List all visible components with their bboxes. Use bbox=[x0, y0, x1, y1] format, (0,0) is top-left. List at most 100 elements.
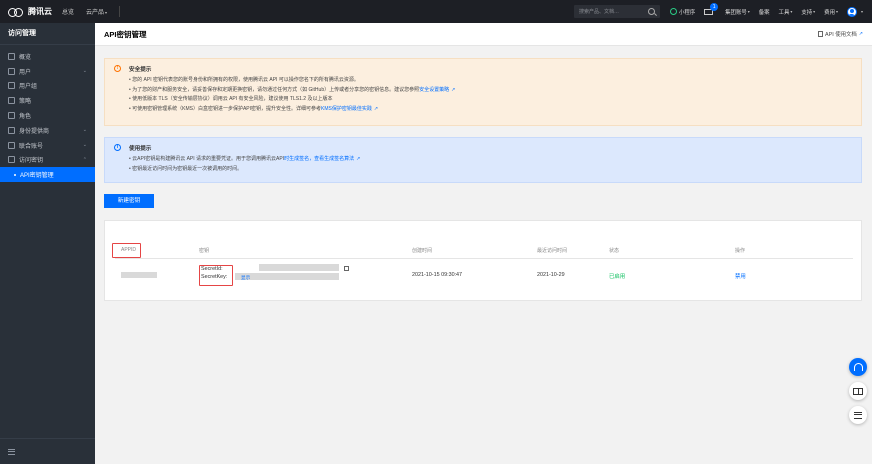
filing-link[interactable]: 备案 bbox=[759, 8, 770, 16]
sidebar-item-api-key-management[interactable]: API密钥管理 bbox=[0, 167, 95, 183]
usage-notice-title: 使用提示 bbox=[129, 146, 152, 152]
sidebar-item-label: 用户组 bbox=[19, 84, 38, 91]
document-icon bbox=[818, 31, 824, 37]
chevron-down-icon: ⌄ bbox=[82, 142, 87, 149]
sidebar-item-label: 概览 bbox=[19, 54, 32, 61]
column-status: 状态 bbox=[609, 248, 620, 254]
sidebar-item-users[interactable]: 用户 ⌄ bbox=[0, 64, 95, 79]
group-icon bbox=[8, 82, 15, 90]
usage-notice-line: • 云API密钥是构建腾讯云 API 请求的重要凭证。用于您调用腾讯云API时生… bbox=[129, 155, 853, 165]
user-menu[interactable]: ▾ bbox=[846, 6, 863, 17]
signature-algorithm-link[interactable]: 时生成签名，查看生成签名算法 bbox=[284, 156, 354, 162]
kms-best-practice-link[interactable]: KMS保护密钥最佳实践 bbox=[321, 106, 372, 112]
column-actions: 操作 bbox=[735, 248, 746, 254]
group-account-label: 集团账号 bbox=[725, 9, 747, 16]
cloud-logo-icon bbox=[8, 7, 24, 17]
copy-icon[interactable] bbox=[344, 266, 349, 271]
secret-key-masked-value bbox=[235, 273, 339, 280]
role-icon bbox=[8, 112, 15, 120]
chevron-up-icon: ⌃ bbox=[82, 156, 87, 163]
billing-menu[interactable]: 费用 ▾ bbox=[824, 8, 838, 16]
tools-menu[interactable]: 工具 ▾ bbox=[779, 8, 793, 16]
chevron-down-icon: ▾ bbox=[790, 9, 793, 14]
api-doc-link[interactable]: API 使用文档 ↗ bbox=[818, 30, 863, 38]
status-badge: 已启用 bbox=[609, 274, 626, 280]
mini-program-link[interactable]: 小程序 bbox=[669, 8, 696, 16]
security-notice-title: 安全提示 bbox=[129, 67, 152, 73]
page-title: API密钥管理 bbox=[104, 29, 147, 39]
sidebar: 访问管理 概览 用户 ⌄ 用户组 策略 角色 身份提供商 ⌄ 联合账号 ⌄ 访问密钥 ⌃… bbox=[0, 23, 95, 464]
sidebar-item-label: 访问密钥 bbox=[19, 158, 44, 165]
search-icon[interactable] bbox=[647, 8, 655, 15]
sidebar-item-federated-accounts[interactable]: 联合账号 ⌄ bbox=[0, 138, 95, 153]
nav-products[interactable]: 云产品▾ bbox=[86, 7, 107, 16]
sidebar-item-policies[interactable]: 策略 bbox=[0, 93, 95, 108]
api-key-table: APPID 密钥 创建时间 最近访问时间 状态 操作 SecretId: Sec… bbox=[104, 220, 862, 301]
user-icon bbox=[8, 67, 15, 75]
policy-icon bbox=[8, 97, 15, 105]
notice-text: • 密钥最近访问时间为密钥最近一次被调用的时间。 bbox=[129, 165, 243, 172]
sidebar-item-overview[interactable]: 概览 bbox=[0, 49, 95, 64]
list-button[interactable] bbox=[849, 406, 867, 424]
support-chat-button[interactable] bbox=[849, 358, 867, 376]
nav-overview[interactable]: 总览 bbox=[62, 7, 74, 16]
api-doc-label: API 使用文档 bbox=[825, 32, 857, 38]
appid-highlight-box bbox=[112, 243, 141, 258]
security-policy-link[interactable]: 安全设置策略 bbox=[419, 87, 449, 93]
sidebar-title: 访问管理 bbox=[0, 23, 95, 45]
secret-labels-highlight-box bbox=[199, 265, 233, 286]
list-icon bbox=[854, 411, 862, 419]
mini-program-label: 小程序 bbox=[678, 9, 696, 16]
nav-divider bbox=[119, 6, 121, 17]
warning-icon: ! bbox=[114, 65, 121, 72]
create-key-button[interactable]: 新建密钥 bbox=[104, 194, 154, 208]
sidebar-item-label: 策略 bbox=[19, 99, 32, 106]
sidebar-item-label: API密钥管理 bbox=[20, 173, 54, 180]
support-menu[interactable]: 支持 ▾ bbox=[801, 8, 815, 16]
secret-id-masked-value bbox=[259, 264, 339, 271]
sidebar-item-label: 联合账号 bbox=[19, 143, 44, 150]
message-button[interactable]: 1 bbox=[704, 2, 719, 15]
headset-icon bbox=[853, 363, 863, 371]
chevron-down-icon: ⌄ bbox=[82, 68, 87, 75]
security-notice-line: • 使用低版本 TLS（安全传输层协议）调用云 API 有安全风险，建议使用 T… bbox=[129, 95, 853, 105]
main-content: API密钥管理 API 使用文档 ↗ ! 安全提示 • 您的 API 密钥代表您… bbox=[95, 23, 872, 464]
sidebar-item-label: 身份提供商 bbox=[19, 128, 50, 135]
security-notice-line: • 您的 API 密钥代表您的账号身份和所拥有的权限，使用腾讯云 API 可以操… bbox=[129, 76, 853, 86]
book-icon bbox=[853, 387, 863, 395]
search-input[interactable]: 搜索产品、文档… bbox=[573, 5, 660, 18]
created-time: 2021-10-15 09:30:47 bbox=[412, 272, 463, 278]
avatar-icon bbox=[846, 6, 857, 17]
last-access-time: 2021-10-29 bbox=[537, 272, 565, 278]
active-dot-icon bbox=[14, 173, 16, 176]
usage-notice-line: • 密钥最近访问时间为密钥最近一次被调用的时间。 bbox=[129, 165, 853, 175]
sidebar-item-identity-providers[interactable]: 身份提供商 ⌄ bbox=[0, 123, 95, 138]
column-key: 密钥 bbox=[199, 248, 210, 254]
mail-icon: 1 bbox=[704, 2, 719, 15]
sidebar-item-label: 角色 bbox=[19, 114, 32, 121]
notice-text: • 使用低版本 TLS（安全传输层协议）调用云 API 有安全风险，建议使用 T… bbox=[129, 96, 333, 103]
chevron-down-icon: ▾ bbox=[105, 10, 108, 15]
sidebar-item-access-keys[interactable]: 访问密钥 ⌃ bbox=[0, 153, 95, 168]
disable-key-button[interactable]: 禁用 bbox=[735, 272, 746, 280]
chevron-down-icon: ⌄ bbox=[82, 127, 87, 134]
external-link-icon: ↗ bbox=[373, 105, 379, 112]
external-link-icon: ↗ bbox=[858, 31, 863, 37]
top-right-tools: 搜索产品、文档… 小程序 1 集团账号 ▾ 备案 工具 ▾ 支持 ▾ 费用 ▾ ▾ bbox=[573, 0, 872, 23]
sidebar-item-roles[interactable]: 角色 bbox=[0, 108, 95, 123]
billing-label: 费用 bbox=[824, 9, 835, 16]
usage-notice: i 使用提示 • 云API密钥是构建腾讯云 API 请求的重要凭证。用于您调用腾… bbox=[104, 137, 862, 183]
show-secret-key-link[interactable]: 显示 bbox=[241, 275, 250, 281]
info-icon: i bbox=[114, 144, 121, 151]
notice-text: • 为了您的财产和服务安全，请妥善保存和定期更换密钥，请勿通过任何方式（如 Gi… bbox=[129, 86, 420, 93]
chevron-down-icon: ▾ bbox=[835, 9, 838, 14]
sidebar-item-user-groups[interactable]: 用户组 bbox=[0, 79, 95, 94]
brand-name: 腾讯云 bbox=[28, 7, 52, 16]
docs-button[interactable] bbox=[849, 382, 867, 400]
group-account-menu[interactable]: 集团账号 ▾ bbox=[725, 8, 750, 16]
brand-logo[interactable]: 腾讯云 bbox=[0, 0, 62, 23]
column-last-access: 最近访问时间 bbox=[537, 248, 568, 254]
grid-icon bbox=[8, 52, 15, 60]
collapse-menu-icon[interactable] bbox=[8, 448, 15, 455]
nav-products-label: 云产品 bbox=[86, 10, 105, 16]
